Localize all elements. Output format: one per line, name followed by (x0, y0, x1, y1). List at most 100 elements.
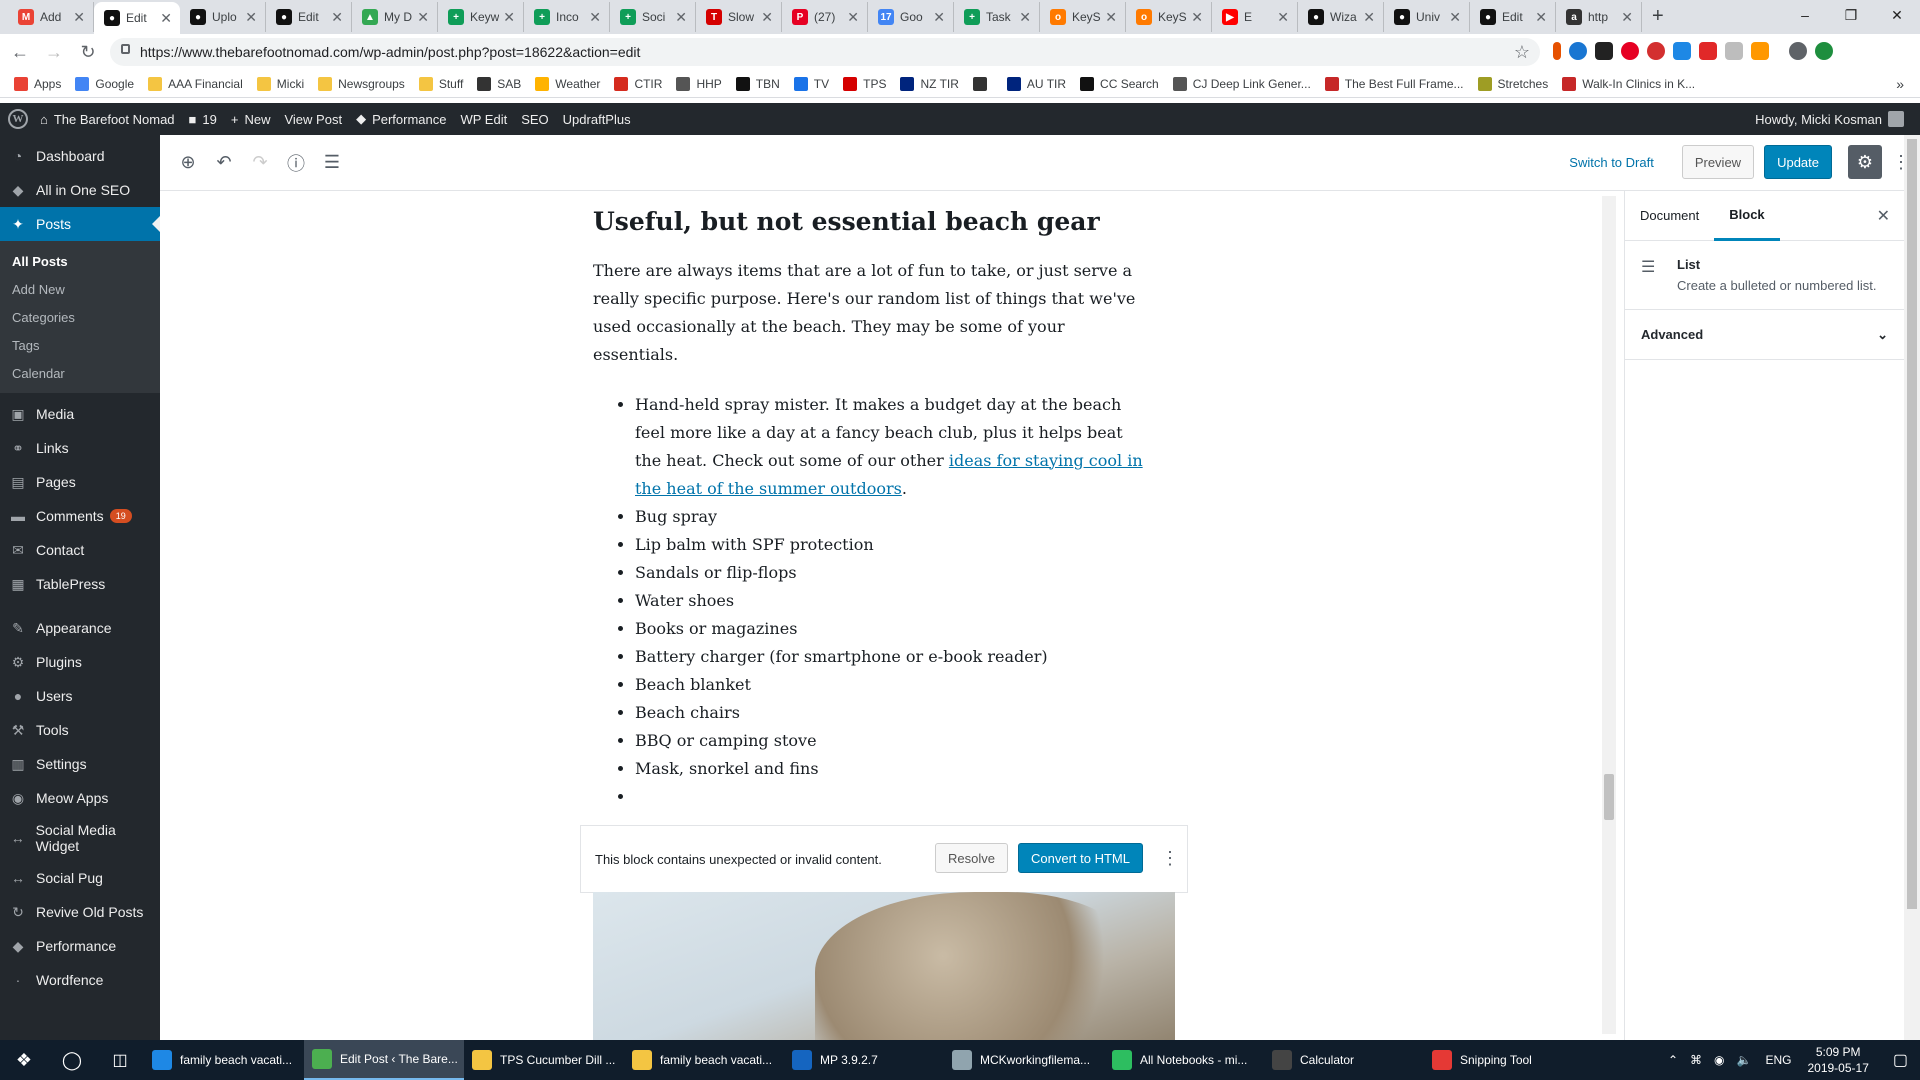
menu-item-social-media-widget[interactable]: ↔ Social Media Widget (0, 815, 160, 861)
menu-item-wordfence[interactable]: · Wordfence (0, 963, 160, 997)
extension-icon[interactable] (1647, 42, 1665, 60)
block-navigation-icon[interactable]: ☰ (314, 145, 350, 181)
minimize-icon[interactable]: – (1782, 0, 1828, 30)
page-scrollbar[interactable] (1904, 135, 1920, 1040)
bookmark-item[interactable]: Micki (256, 76, 304, 91)
menu-item-tools[interactable]: ⚒ Tools (0, 713, 160, 747)
menu-item-media[interactable]: ▣ Media (0, 397, 160, 431)
taskbar-app[interactable]: Calculator (1264, 1040, 1424, 1080)
list-item[interactable] (635, 783, 1153, 811)
taskbar-app[interactable]: family beach vacati... (624, 1040, 784, 1080)
resolve-button[interactable]: Resolve (935, 843, 1009, 873)
browser-tab[interactable]: ● Edit ✕ (266, 2, 352, 32)
notifications-icon[interactable]: ▢ (1893, 1050, 1908, 1070)
redo-icon[interactable]: ↷ (242, 145, 278, 181)
seo-link[interactable]: SEO (521, 112, 548, 127)
menu-item-appearance[interactable]: ✎ Appearance (0, 611, 160, 645)
browser-tab[interactable]: 17 Goo ✕ (868, 2, 954, 32)
windows-start-icon[interactable]: ❖ (0, 1050, 48, 1071)
browser-tab[interactable]: ▲ My D ✕ (352, 2, 438, 32)
block-more-options-icon[interactable]: ⋮ (1161, 848, 1179, 869)
tab-close-icon[interactable]: ✕ (417, 9, 429, 26)
bookmark-star-icon[interactable]: ☆ (1514, 42, 1530, 63)
submenu-item[interactable]: Calendar (0, 359, 160, 387)
menu-item-links[interactable]: ⚭ Links (0, 431, 160, 465)
taskbar-app[interactable]: Snipping Tool (1424, 1040, 1584, 1080)
network-icon[interactable]: ⌘ (1690, 1053, 1702, 1067)
tab-close-icon[interactable]: ✕ (503, 9, 515, 26)
tab-close-icon[interactable]: ✕ (245, 9, 257, 26)
bookmark-item[interactable]: Walk-In Clinics in K... (1562, 76, 1695, 91)
intro-paragraph[interactable]: There are always items that are a lot of… (593, 257, 1153, 369)
extension-icon[interactable] (1751, 42, 1769, 60)
wordpress-logo-icon[interactable]: W (8, 109, 28, 129)
bookmark-item[interactable]: Weather (535, 76, 600, 91)
browser-tab[interactable]: ● Uplo ✕ (180, 2, 266, 32)
add-block-icon[interactable]: ⊕ (170, 145, 206, 181)
tab-close-icon[interactable]: ✕ (160, 10, 172, 27)
bookmark-item[interactable] (972, 76, 993, 91)
list-item[interactable]: Battery charger (for smartphone or e-boo… (635, 643, 1153, 671)
bookmark-item[interactable]: SAB (477, 76, 521, 91)
browser-tab[interactable]: + Task ✕ (954, 2, 1040, 32)
bookmark-item[interactable]: CJ Deep Link Gener... (1172, 76, 1311, 91)
menu-item-users[interactable]: ● Users (0, 679, 160, 713)
list-item[interactable]: Beach chairs (635, 699, 1153, 727)
bookmark-item[interactable]: TBN (735, 76, 780, 91)
extension-icon[interactable] (1595, 42, 1613, 60)
list-item[interactable]: Bug spray (635, 503, 1153, 531)
browser-tab[interactable]: M Add ✕ (8, 2, 94, 32)
tray-chevron-icon[interactable]: ⌃ (1668, 1053, 1678, 1067)
bookmark-item[interactable]: Apps (14, 76, 61, 91)
bookmarks-overflow-icon[interactable]: » (1896, 76, 1904, 92)
menu-item-comments[interactable]: ▬ Comments 19 (0, 499, 160, 533)
submenu-item[interactable]: All Posts (0, 247, 160, 275)
menu-item-pages[interactable]: ▤ Pages (0, 465, 160, 499)
tab-close-icon[interactable]: ✕ (1449, 9, 1461, 26)
bookmark-item[interactable]: CC Search (1080, 76, 1159, 91)
taskbar-app[interactable]: TPS Cucumber Dill ... (464, 1040, 624, 1080)
image-block[interactable] (593, 892, 1175, 1040)
comments-link[interactable]: ■ 19 (189, 112, 217, 127)
wp-edit-link[interactable]: WP Edit (460, 112, 507, 127)
list-item[interactable]: Beach blanket (635, 671, 1153, 699)
taskbar-app[interactable]: All Notebooks - mi... (1104, 1040, 1264, 1080)
tab-close-icon[interactable]: ✕ (933, 9, 945, 26)
restore-icon[interactable]: ❐ (1828, 0, 1874, 30)
preview-button[interactable]: Preview (1681, 145, 1755, 179)
browser-tab[interactable]: + Soci ✕ (610, 2, 696, 32)
search-icon[interactable]: ◯ (48, 1050, 96, 1071)
close-window-icon[interactable]: ✕ (1874, 0, 1920, 30)
convert-to-html-button[interactable]: Convert to HTML (1018, 843, 1143, 873)
bookmark-item[interactable]: Stuff (418, 76, 463, 91)
bookmark-item[interactable]: Newsgroups (318, 76, 405, 91)
site-name-link[interactable]: ⌂ The Barefoot Nomad (40, 112, 175, 127)
tab-close-icon[interactable]: ✕ (1363, 9, 1375, 26)
menu-item-all-in-one-seo[interactable]: ◆ All in One SEO (0, 173, 160, 207)
taskbar-app[interactable]: MCKworkingfilema... (944, 1040, 1104, 1080)
browser-tab[interactable]: ● Univ ✕ (1384, 2, 1470, 32)
browser-tab[interactable]: ● Wiza ✕ (1298, 2, 1384, 32)
settings-gear-icon[interactable]: ⚙ (1848, 145, 1882, 179)
new-tab-button[interactable]: + (1652, 5, 1664, 28)
submenu-item[interactable]: Categories (0, 303, 160, 331)
extension-icon[interactable] (1725, 42, 1743, 60)
browser-tab[interactable]: P (27) ✕ (782, 2, 868, 32)
menu-item-revive-old-posts[interactable]: ↻ Revive Old Posts (0, 895, 160, 929)
clock[interactable]: 5:09 PM 2019-05-17 (1807, 1044, 1868, 1076)
extension-icon[interactable] (1553, 42, 1561, 60)
taskbar-app[interactable]: MP 3.9.2.7 (784, 1040, 944, 1080)
menu-item-contact[interactable]: ✉ Contact (0, 533, 160, 567)
extension-icon[interactable] (1569, 42, 1587, 60)
task-view-icon[interactable]: ◫ (96, 1050, 144, 1070)
list-item[interactable]: Mask, snorkel and fins (635, 755, 1153, 783)
tab-document[interactable]: Document (1625, 191, 1714, 241)
tab-close-icon[interactable]: ✕ (761, 9, 773, 26)
list-item[interactable]: Books or magazines (635, 615, 1153, 643)
browser-tab[interactable]: ● Edit ✕ (94, 2, 180, 34)
tab-close-icon[interactable]: ✕ (1277, 9, 1289, 26)
menu-item-plugins[interactable]: ⚙ Plugins (0, 645, 160, 679)
forward-icon[interactable]: → (40, 38, 68, 66)
menu-item-meow-apps[interactable]: ◉ Meow Apps (0, 781, 160, 815)
profile-avatar[interactable] (1789, 42, 1807, 60)
